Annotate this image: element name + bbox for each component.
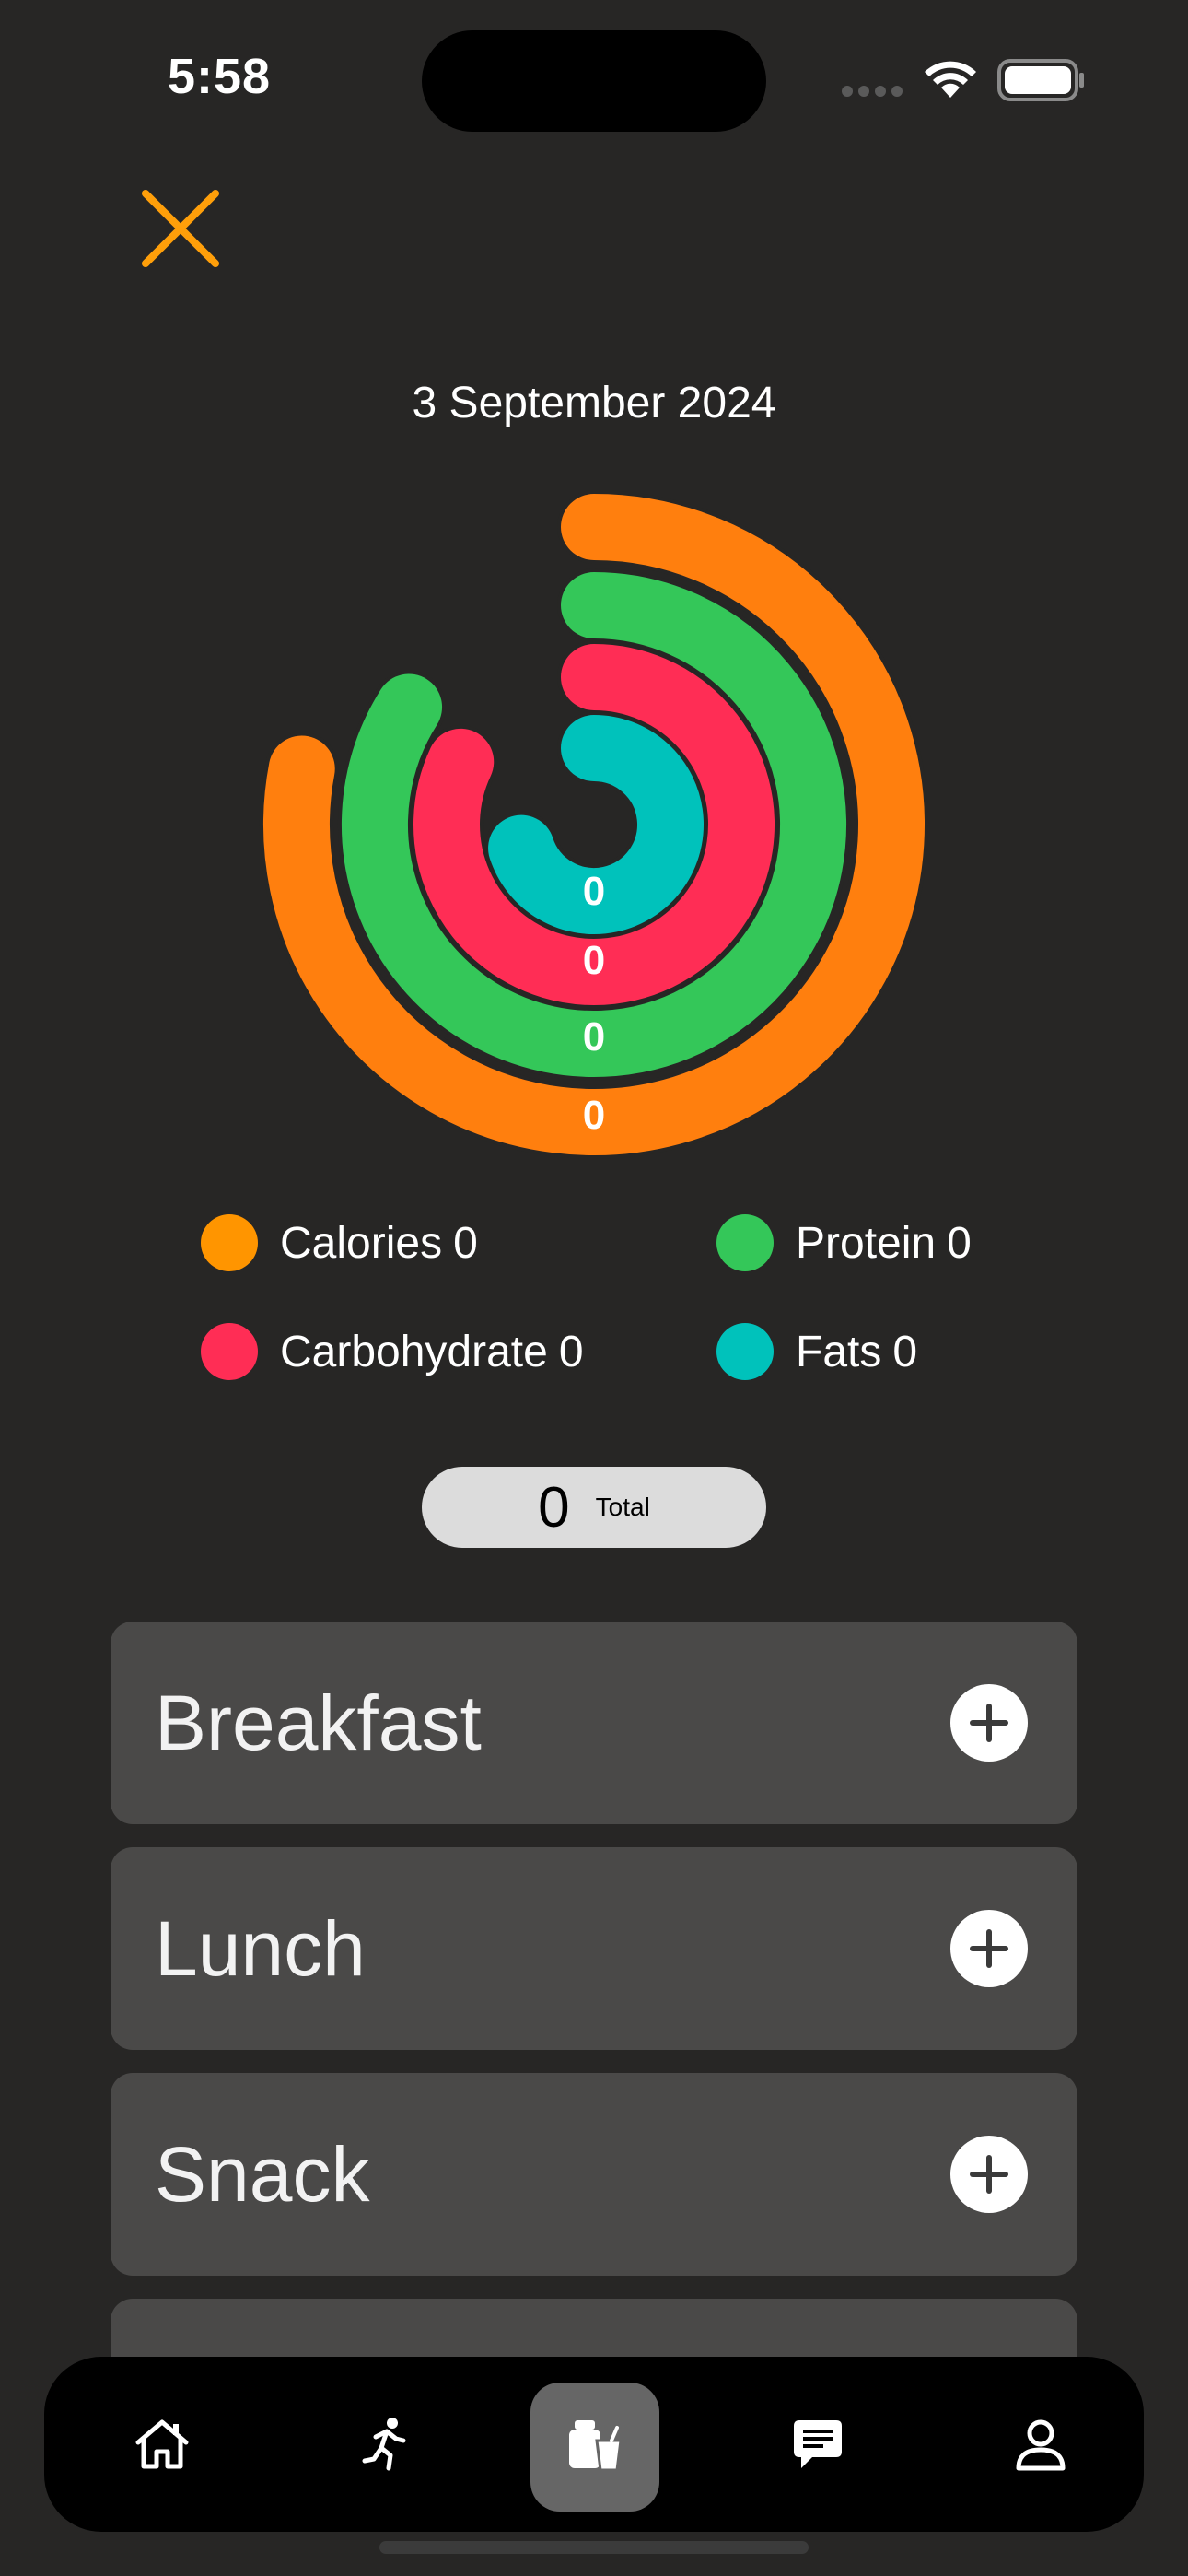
legend-label: Calories	[280, 1218, 443, 1268]
legend-item-protein: Protein 0	[716, 1214, 972, 1271]
legend-value: 0	[453, 1218, 478, 1268]
tab-home[interactable]	[98, 2357, 227, 2532]
total-pill: 0 Total	[422, 1467, 766, 1548]
wifi-icon	[925, 61, 976, 98]
calories-dot	[201, 1214, 258, 1271]
legend-value: 0	[947, 1218, 972, 1268]
tab-profile[interactable]	[976, 2357, 1105, 2532]
legend-value: 0	[892, 1327, 918, 1376]
tab-chat[interactable]	[753, 2357, 882, 2532]
food-drink-icon	[569, 2420, 623, 2472]
fats-ring-value: 0	[583, 869, 605, 914]
meal-title: Breakfast	[155, 1680, 482, 1766]
legend-label: Protein	[796, 1218, 937, 1268]
meal-title: Lunch	[155, 1905, 366, 1992]
fats-dot	[716, 1323, 774, 1380]
tab-bar	[44, 2357, 1144, 2532]
chat-icon	[794, 2420, 842, 2468]
dynamic-island	[422, 30, 766, 132]
macro-rings-chart: 0 0 0 0	[260, 490, 928, 1159]
carbohydrate-dot	[201, 1323, 258, 1380]
date-title: 3 September 2024	[412, 379, 776, 427]
meal-card-lunch[interactable]: Lunch	[111, 1847, 1077, 2050]
tab-workout[interactable]	[320, 2357, 449, 2532]
calories-ring-value: 0	[583, 1093, 605, 1138]
meal-card-snack[interactable]: Snack	[111, 2073, 1077, 2276]
legend-item-carbohydrate: Carbohydrate 0	[201, 1323, 584, 1380]
total-value: 0	[538, 1475, 570, 1540]
legend-label: Carbohydrate	[280, 1327, 548, 1376]
carbohydrate-ring-value: 0	[583, 938, 605, 983]
plus-icon	[970, 2155, 1008, 2194]
add-breakfast-button[interactable]	[950, 1684, 1028, 1762]
total-label: Total	[595, 1493, 650, 1521]
add-snack-button[interactable]	[950, 2136, 1028, 2213]
protein-dot	[716, 1214, 774, 1271]
add-lunch-button[interactable]	[950, 1910, 1028, 1987]
plus-icon	[970, 1929, 1008, 1968]
cellular-signal-icon	[842, 85, 908, 101]
battery-icon	[997, 59, 1084, 101]
home-indicator	[379, 2541, 809, 2554]
meal-card-breakfast[interactable]: Breakfast	[111, 1622, 1077, 1824]
meal-title: Snack	[155, 2131, 370, 2218]
profile-icon	[1016, 2419, 1066, 2471]
status-time: 5:58	[168, 49, 272, 104]
running-icon	[362, 2418, 406, 2471]
status-bar: 5:58	[0, 0, 1188, 157]
legend-value: 0	[558, 1327, 584, 1376]
close-icon[interactable]	[136, 184, 225, 273]
tab-nutrition[interactable]	[530, 2357, 659, 2532]
legend-item-fats: Fats 0	[716, 1323, 917, 1380]
legend-item-calories: Calories 0	[201, 1214, 478, 1271]
plus-icon	[970, 1704, 1008, 1742]
legend-label: Fats	[796, 1327, 882, 1376]
home-icon	[135, 2419, 189, 2469]
protein-ring-value: 0	[583, 1014, 605, 1060]
